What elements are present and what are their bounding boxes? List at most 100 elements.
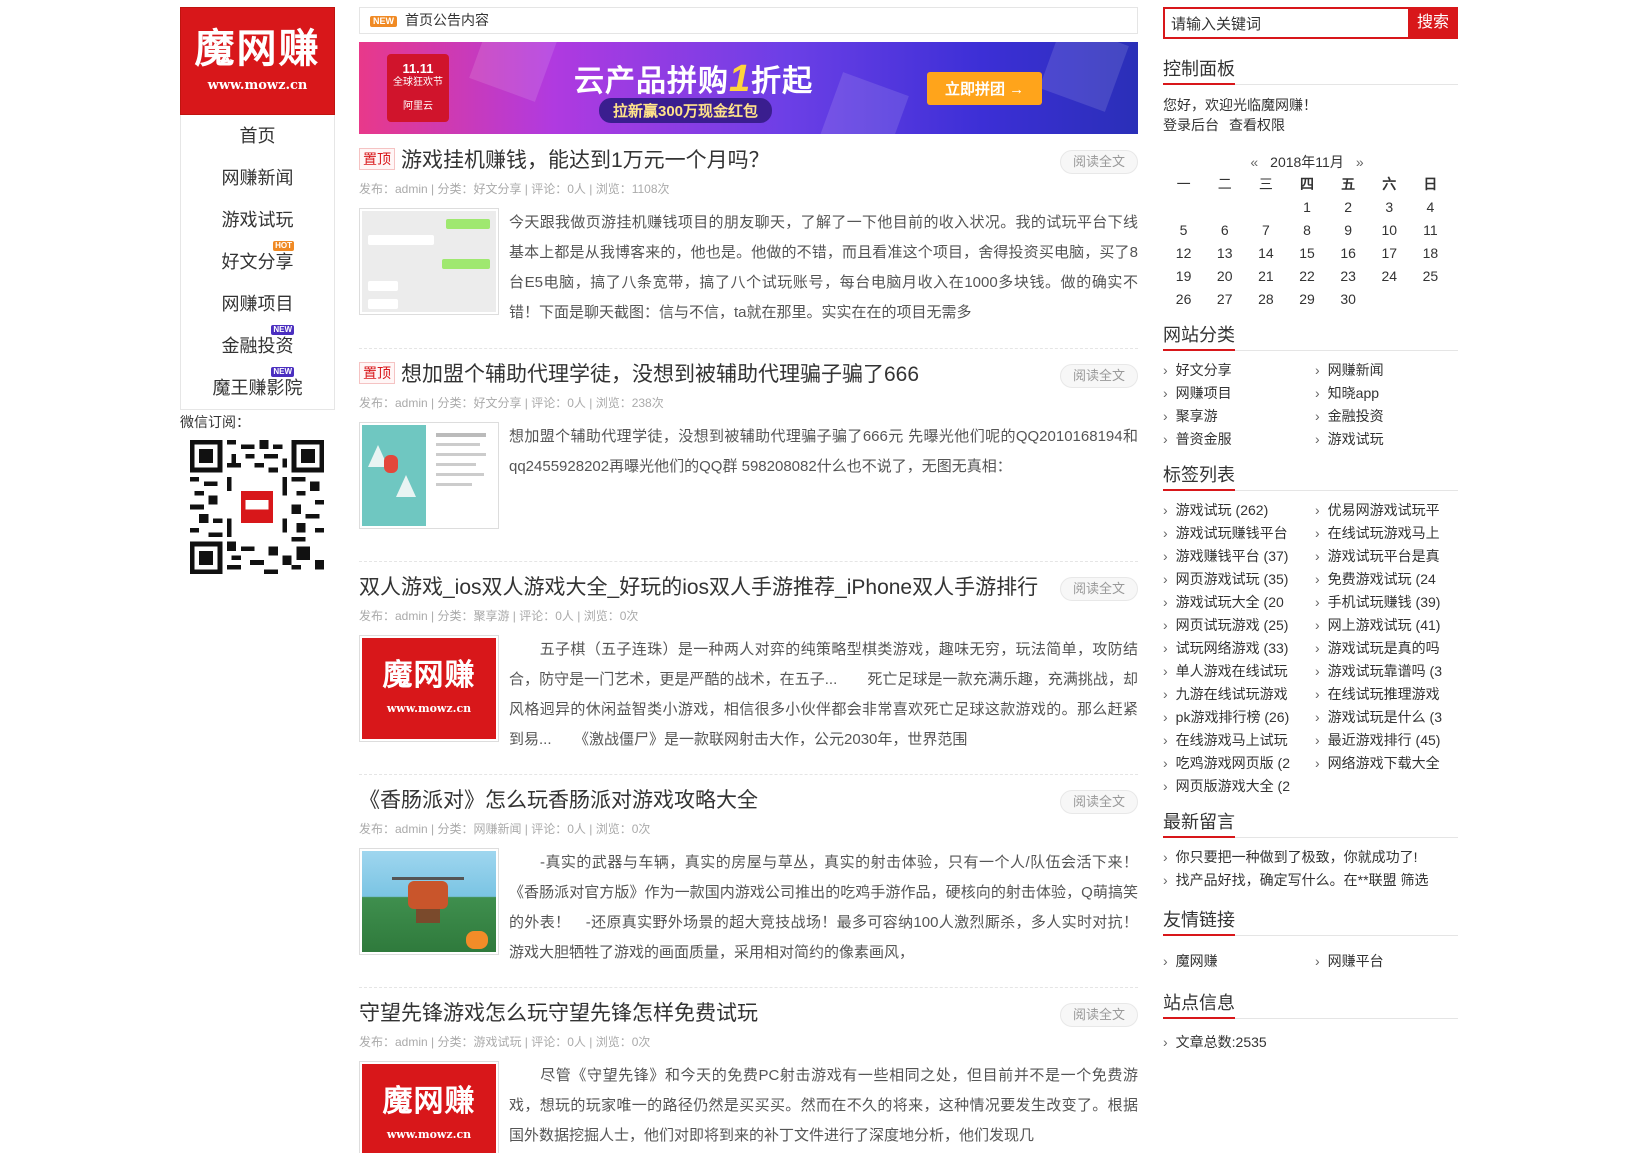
post-thumbnail[interactable] (359, 208, 499, 315)
tag-link[interactable]: 免费游戏试玩 (24 (1315, 568, 1458, 591)
promo-banner[interactable]: 11.11 全球狂欢节 阿里云 云产品拼购1折起 拉新赢300万现金红包 立即拼… (359, 42, 1138, 134)
tag-link[interactable]: 网络游戏下载大全 (1315, 752, 1458, 775)
post-meta: 发布：admin | 分类：聚享游 | 评论：0人 | 浏览：0次 (359, 609, 639, 623)
tag-link[interactable]: 游戏试玩 (262) (1163, 499, 1315, 522)
site-info-list: 文章总数:2535 (1163, 1031, 1458, 1054)
read-more-button[interactable]: 阅读全文 (1060, 150, 1138, 174)
wechat-qr-code (190, 440, 324, 574)
tag-link[interactable]: 网上游戏试玩 (41) (1315, 614, 1458, 637)
post-meta: 发布：admin | 分类：好文分享 | 评论：0人 | 浏览：238次 (359, 396, 664, 410)
banner-decoration (819, 72, 909, 134)
post-meta: 发布：admin | 分类：网赚新闻 | 评论：0人 | 浏览：0次 (359, 822, 651, 836)
nav-item-game-trial[interactable]: 游戏试玩 (181, 199, 334, 241)
calendar-empty-cell (1163, 196, 1204, 219)
calendar-empty-cell (1369, 288, 1410, 311)
category-link[interactable]: 网赚新闻 (1315, 359, 1458, 382)
tag-link[interactable]: 在线试玩推理游戏 (1315, 683, 1458, 706)
nav-item-articles[interactable]: 好文分享 HOT (181, 241, 334, 283)
left-sidebar: 魔网赚 www.mowz.cn 首页 网赚新闻 游戏试玩 好文分享 HOT 网赚项… (180, 7, 335, 574)
calendar-day: 24 (1381, 268, 1398, 284)
category-link[interactable]: 普资金服 (1163, 428, 1315, 451)
search-input[interactable] (1163, 7, 1408, 39)
category-link[interactable]: 游戏试玩 (1315, 428, 1458, 451)
logo-text: 魔网赚 (194, 25, 321, 72)
calendar-day: 9 (1344, 222, 1353, 238)
nav-item-projects[interactable]: 网赚项目 (181, 283, 334, 325)
tag-link[interactable]: 九游在线试玩游戏 (1163, 683, 1315, 706)
post-excerpt: 尽管《守望先锋》和今天的免费PC射击游戏有一些相同之处，但目前并不是一个免费游戏… (509, 1067, 1138, 1144)
tag-link[interactable]: 游戏赚钱平台 (37) (1163, 545, 1315, 568)
read-more-button[interactable]: 阅读全文 (1060, 577, 1138, 601)
tag-link[interactable]: 最近游戏排行 (45) (1315, 729, 1458, 752)
announcement-bar[interactable]: NEW 首页公告内容 (359, 7, 1138, 34)
weekday-label: 三 (1258, 176, 1273, 192)
tag-link[interactable]: 手机试玩赚钱 (39) (1315, 591, 1458, 614)
new-tag: NEW (370, 15, 397, 27)
tag-link[interactable]: 网页游戏试玩 (35) (1163, 568, 1315, 591)
calendar-next-button[interactable]: » (1356, 154, 1364, 170)
calendar-grid: 一 二 三 四 五 六 日 1 2 3 4 5 6 7 8 9 10 11 12 13 14 15 16 17 1… (1163, 173, 1451, 311)
friend-link[interactable]: 网赚平台 (1315, 950, 1458, 973)
category-link[interactable]: 网赚项目 (1163, 382, 1315, 405)
category-link[interactable]: 聚享游 (1163, 405, 1315, 428)
category-link[interactable]: 知晓app (1315, 382, 1458, 405)
site-info-item: 文章总数:2535 (1163, 1031, 1458, 1054)
post-title[interactable]: 置顶 游戏挂机赚钱，能达到1万元一个月吗？ (359, 144, 1049, 178)
post-thumbnail[interactable] (359, 848, 499, 955)
calendar-day: 19 (1175, 268, 1192, 284)
post-title[interactable]: 双人游戏_ios双人游戏大全_好玩的ios双人手游推荐_iPhone双人手游排行 (359, 571, 1049, 605)
friend-link[interactable]: 魔网赚 (1163, 950, 1315, 973)
post-item: 守望先锋游戏怎么玩守望先锋怎样免费试玩 阅读全文 发布：admin | 分类：游… (359, 997, 1138, 1153)
tag-link[interactable]: 吃鸡游戏网页版 (2 (1163, 752, 1315, 775)
calendar-day: 25 (1422, 268, 1439, 284)
read-more-button[interactable]: 阅读全文 (1060, 790, 1138, 814)
tag-link[interactable]: pk游戏排行榜 (26) (1163, 706, 1315, 729)
post-thumbnail[interactable]: 魔网赚 www.mowz.cn (359, 635, 499, 742)
tag-link[interactable]: 在线试玩游戏马上 (1315, 522, 1458, 545)
category-link[interactable]: 好文分享 (1163, 359, 1315, 382)
post-meta: 发布：admin | 分类：游戏试玩 | 评论：0人 | 浏览：0次 (359, 1035, 651, 1049)
post-excerpt: 今天跟我做页游挂机赚钱项目的朋友聊天，了解了一下他目前的收入状况。我的试玩平台下… (509, 214, 1138, 321)
read-more-button[interactable]: 阅读全文 (1060, 364, 1138, 388)
search-button[interactable]: 搜索 (1408, 7, 1458, 39)
comment-link[interactable]: 找产品好找，确定写什么。在**联盟 筛选 (1163, 869, 1458, 892)
nav-item-cinema[interactable]: 魔王赚影院 NEW (181, 367, 334, 409)
permission-link[interactable]: 查看权限 (1229, 117, 1285, 133)
tag-link[interactable]: 游戏试玩靠谱吗 (3 (1315, 660, 1458, 683)
post-title[interactable]: 置顶 想加盟个辅助代理学徒，没想到被辅助代理骗子骗了666 (359, 358, 1049, 392)
calendar-day: 23 (1340, 268, 1356, 284)
main-nav: 首页 网赚新闻 游戏试玩 好文分享 HOT 网赚项目 金融投资 NEW 魔王赚影院 N… (180, 115, 335, 410)
calendar-prev-button[interactable]: « (1250, 154, 1258, 170)
links-title: 友情链接 (1163, 904, 1458, 936)
banner-decoration (469, 42, 559, 102)
post-thumbnail[interactable] (359, 422, 499, 529)
tag-link[interactable]: 优易网游戏试玩平 (1315, 499, 1458, 522)
calendar-month: 2018年11月 (1270, 154, 1344, 170)
nav-item-finance[interactable]: 金融投资 NEW (181, 325, 334, 367)
nav-item-home[interactable]: 首页 (181, 115, 334, 157)
comment-link[interactable]: 你只要把一种做到了极致，你就成功了! (1163, 846, 1458, 869)
read-more-button[interactable]: 阅读全文 (1060, 1003, 1138, 1027)
post-title[interactable]: 《香肠派对》怎么玩香肠派对游戏攻略大全 (359, 784, 1049, 818)
site-logo[interactable]: 魔网赚 www.mowz.cn (180, 7, 335, 115)
post-thumbnail[interactable]: 魔网赚 www.mowz.cn (359, 1061, 499, 1153)
tag-link[interactable]: 游戏试玩赚钱平台 (1163, 522, 1315, 545)
nav-item-news[interactable]: 网赚新闻 (181, 157, 334, 199)
login-link[interactable]: 登录后台 (1163, 117, 1219, 133)
post-title[interactable]: 守望先锋游戏怎么玩守望先锋怎样免费试玩 (359, 997, 1049, 1031)
tag-link[interactable]: 单人游戏在线试玩 (1163, 660, 1315, 683)
weekday-label: 四 (1299, 176, 1314, 192)
tag-link[interactable]: 网页版游戏大全 (2 (1163, 775, 1315, 798)
weekday-label: 五 (1341, 176, 1356, 192)
tag-link[interactable]: 游戏试玩平台是真 (1315, 545, 1458, 568)
post-excerpt: 五子棋（五子连珠）是一种两人对弈的纯策略型棋类游戏，趣味无穷，玩法简单，攻防结合… (509, 641, 1138, 748)
tag-link[interactable]: 网页试玩游戏 (25) (1163, 614, 1315, 637)
calendar-day: 14 (1258, 245, 1274, 261)
tag-link[interactable]: 游戏试玩是真的吗 (1315, 637, 1458, 660)
tag-link[interactable]: 在线游戏马上试玩 (1163, 729, 1315, 752)
category-link[interactable]: 金融投资 (1315, 405, 1458, 428)
tag-link[interactable]: 试玩网络游戏 (33) (1163, 637, 1315, 660)
tag-link[interactable]: 游戏试玩是什么 (3 (1315, 706, 1458, 729)
tag-link[interactable]: 游戏试玩大全 (20 (1163, 591, 1315, 614)
banner-cta-button[interactable]: 立即拼团 → (927, 72, 1043, 105)
